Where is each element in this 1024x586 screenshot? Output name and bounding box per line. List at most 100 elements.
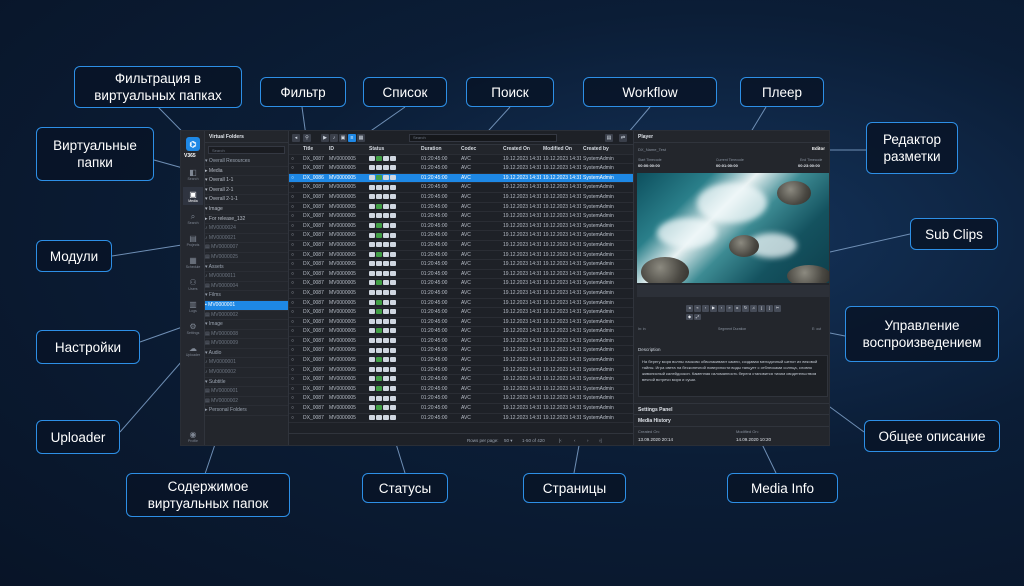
table-row[interactable]: ○ DX_0087 MV0000005 01:20:45:00 AVC 19.12.202…: [289, 155, 633, 165]
folder-item[interactable]: ▾ Overall Resources: [205, 157, 288, 167]
table-row[interactable]: ○ DX_0087 MV0000005 01:20:45:00 AVC 19.12.202…: [289, 394, 633, 405]
table-row[interactable]: ○ DX_0087 MV0000005 01:20:45:00 AVC 19.12.202…: [289, 346, 633, 357]
fullscreen-icon[interactable]: ⤢: [694, 313, 701, 320]
rail-item-projects[interactable]: ▤ Projects: [183, 231, 203, 249]
row-checkbox[interactable]: ○: [289, 375, 301, 384]
folder-item[interactable]: ▾ Overall 1-1: [205, 176, 288, 186]
row-checkbox[interactable]: ○: [289, 203, 301, 212]
filter-icon[interactable]: ⚲: [303, 134, 311, 142]
row-checkbox[interactable]: ○: [289, 212, 301, 221]
row-checkbox[interactable]: ○: [289, 289, 301, 298]
frame-forward-icon[interactable]: ▸: [734, 305, 741, 312]
media-history[interactable]: Media History: [634, 416, 829, 427]
folder-item[interactable]: ▾ Image: [205, 320, 288, 330]
row-checkbox[interactable]: ○: [289, 394, 301, 403]
video-preview[interactable]: [637, 173, 829, 283]
table-row[interactable]: ○ DX_0087 MV0000005 01:20:45:00 AVC 19.12.202…: [289, 183, 633, 193]
row-checkbox[interactable]: ○: [289, 308, 301, 317]
table-row[interactable]: ○ DX_0087 MV0000005 01:20:45:00 AVC 19.12.202…: [289, 375, 633, 385]
folder-item[interactable]: ▾ Image: [205, 205, 288, 215]
table-row[interactable]: ○ DX_0086 MV0000005 01:20:45:00 AVC 19.12.202…: [289, 173, 633, 184]
rail-item-schedule[interactable]: ▦ Schedule: [183, 253, 203, 271]
column-header[interactable]: Created On: [501, 145, 541, 154]
folder-item[interactable]: ▤ MV0000004: [205, 282, 288, 292]
rewind-icon[interactable]: «: [694, 305, 701, 312]
rail-item-logs[interactable]: ▥ Logs: [183, 297, 203, 315]
search-input[interactable]: Search: [409, 134, 557, 142]
row-checkbox[interactable]: ○: [289, 260, 301, 269]
mark-in-icon[interactable]: [: [758, 305, 765, 312]
folder-item[interactable]: ▾ Overall 2-1: [205, 186, 288, 196]
row-checkbox[interactable]: ○: [289, 279, 301, 288]
folder-item[interactable]: ▾ Audio: [205, 349, 288, 359]
row-checkbox[interactable]: ○: [289, 318, 301, 327]
table-row[interactable]: ○ DX_0087 MV0000005 01:20:45:00 AVC 19.12.202…: [289, 385, 633, 395]
table-row[interactable]: ○ DX_0087 MV0000005 01:20:45:00 AVC 19.12.202…: [289, 299, 633, 309]
row-checkbox[interactable]: ○: [289, 222, 301, 231]
table-row[interactable]: ○ DX_0087 MV0000005 01:20:45:00 AVC 19.12.202…: [289, 251, 633, 261]
folder-item[interactable]: ♪ MV0000021: [205, 234, 288, 244]
table-row[interactable]: ○ DX_0087 MV0000005 01:20:45:00 AVC 19.12.202…: [289, 260, 633, 270]
row-checkbox[interactable]: ○: [289, 404, 301, 413]
volume-icon[interactable]: ♫: [750, 305, 757, 312]
table-row[interactable]: ○ DX_0087 MV0000005 01:20:45:00 AVC 19.12.202…: [289, 222, 633, 232]
column-header[interactable]: Modified On: [541, 145, 581, 154]
settings-panel[interactable]: Settings Panel: [634, 403, 829, 415]
table-row[interactable]: ○ DX_0087 MV0000005 01:20:45:00 AVC 19.12.202…: [289, 414, 633, 424]
table-row[interactable]: ○ DX_0087 MV0000005 01:20:45:00 AVC 19.12.202…: [289, 212, 633, 222]
frame-back-icon[interactable]: ◂: [686, 305, 693, 312]
rail-item-search[interactable]: ⌕ Search: [183, 209, 203, 227]
rail-item-users[interactable]: ⚇ Users: [183, 275, 203, 293]
rail-item-uploader[interactable]: ☁ Uploader: [183, 341, 203, 359]
marker-icon[interactable]: ◆: [686, 313, 693, 320]
table-row[interactable]: ○ DX_0087 MV0000005 01:20:45:00 AVC 19.12.202…: [289, 318, 633, 328]
folder-item[interactable]: ▸ Personal Folders: [205, 406, 288, 417]
forward-icon[interactable]: »: [726, 305, 733, 312]
folder-item[interactable]: ♪ MV0000001: [205, 358, 288, 369]
row-checkbox[interactable]: ○: [289, 155, 301, 164]
rail-item-search[interactable]: ◧ Search: [183, 165, 203, 183]
folder-item[interactable]: ▾ Subtitle: [205, 378, 288, 388]
row-checkbox[interactable]: ○: [289, 231, 301, 240]
folder-item[interactable]: ▪ MV0000001: [205, 300, 288, 311]
table-row[interactable]: ○ DX_0087 MV0000005 01:20:45:00 AVC 19.12.202…: [289, 164, 633, 174]
folder-item[interactable]: ▸ For release_132: [205, 215, 288, 225]
table-row[interactable]: ○ DX_0087 MV0000005 01:20:45:00 AVC 19.12.202…: [289, 404, 633, 414]
folder-item[interactable]: ▤ MV0000025: [205, 253, 288, 263]
table-row[interactable]: ○ DX_0087 MV0000005 01:20:45:00 AVC 19.12.202…: [289, 279, 633, 289]
first-page-icon[interactable]: |‹: [559, 438, 562, 443]
grid-view-icon[interactable]: ▦: [357, 134, 365, 142]
folder-item[interactable]: ▸ Media: [205, 167, 288, 177]
table-row[interactable]: ○ DX_0087 MV0000005 01:20:45:00 AVC 19.12.202…: [289, 289, 633, 299]
row-checkbox[interactable]: ○: [289, 356, 301, 365]
table-row[interactable]: ○ DX_0087 MV0000005 01:20:45:00 AVC 19.12.202…: [289, 231, 633, 241]
row-checkbox[interactable]: ○: [289, 183, 301, 192]
folder-item[interactable]: ▤ MV0000002: [205, 311, 288, 321]
table-row[interactable]: ○ DX_0087 MV0000005 01:20:45:00 AVC 19.12.202…: [289, 193, 633, 203]
list-view-icon[interactable]: ≡: [348, 134, 356, 142]
collapse-icon[interactable]: ◂: [292, 134, 300, 142]
app-logo-icon[interactable]: ⌬: [186, 137, 200, 151]
table-row[interactable]: ○ DX_0087 MV0000005 01:20:45:00 AVC 19.12.202…: [289, 337, 633, 347]
folder-item[interactable]: ▤ MV0000001: [205, 387, 288, 397]
column-header[interactable]: Duration: [419, 145, 459, 154]
folder-item[interactable]: ♪ MV0000002: [205, 368, 288, 378]
image-filter-icon[interactable]: ▣: [339, 134, 347, 142]
audio-filter-icon[interactable]: ♪: [330, 134, 338, 142]
rows-per-page-select[interactable]: 50 ▾: [504, 438, 513, 444]
loop-icon[interactable]: ↻: [742, 305, 749, 312]
row-checkbox[interactable]: ○: [289, 346, 301, 355]
mark-out-icon[interactable]: ]: [766, 305, 773, 312]
document-icon[interactable]: ▤: [605, 134, 613, 142]
column-header[interactable]: Status: [367, 145, 419, 154]
folder-item[interactable]: ▾ Overall 2-1-1: [205, 195, 288, 205]
row-checkbox[interactable]: ○: [289, 270, 301, 279]
table-row[interactable]: ○ DX_0087 MV0000005 01:20:45:00 AVC 19.12.202…: [289, 241, 633, 251]
table-row[interactable]: ○ DX_0087 MV0000005 01:20:45:00 AVC 19.12.202…: [289, 270, 633, 280]
sub-clips-timeline[interactable]: [637, 285, 829, 297]
table-row[interactable]: ○ DX_0087 MV0000005 01:20:45:00 AVC 19.12.202…: [289, 308, 633, 318]
prev-page-icon[interactable]: ‹: [574, 438, 576, 443]
folder-item[interactable]: ♪ MV0000024: [205, 224, 288, 234]
row-checkbox[interactable]: ○: [289, 174, 301, 183]
row-checkbox[interactable]: ○: [289, 337, 301, 346]
